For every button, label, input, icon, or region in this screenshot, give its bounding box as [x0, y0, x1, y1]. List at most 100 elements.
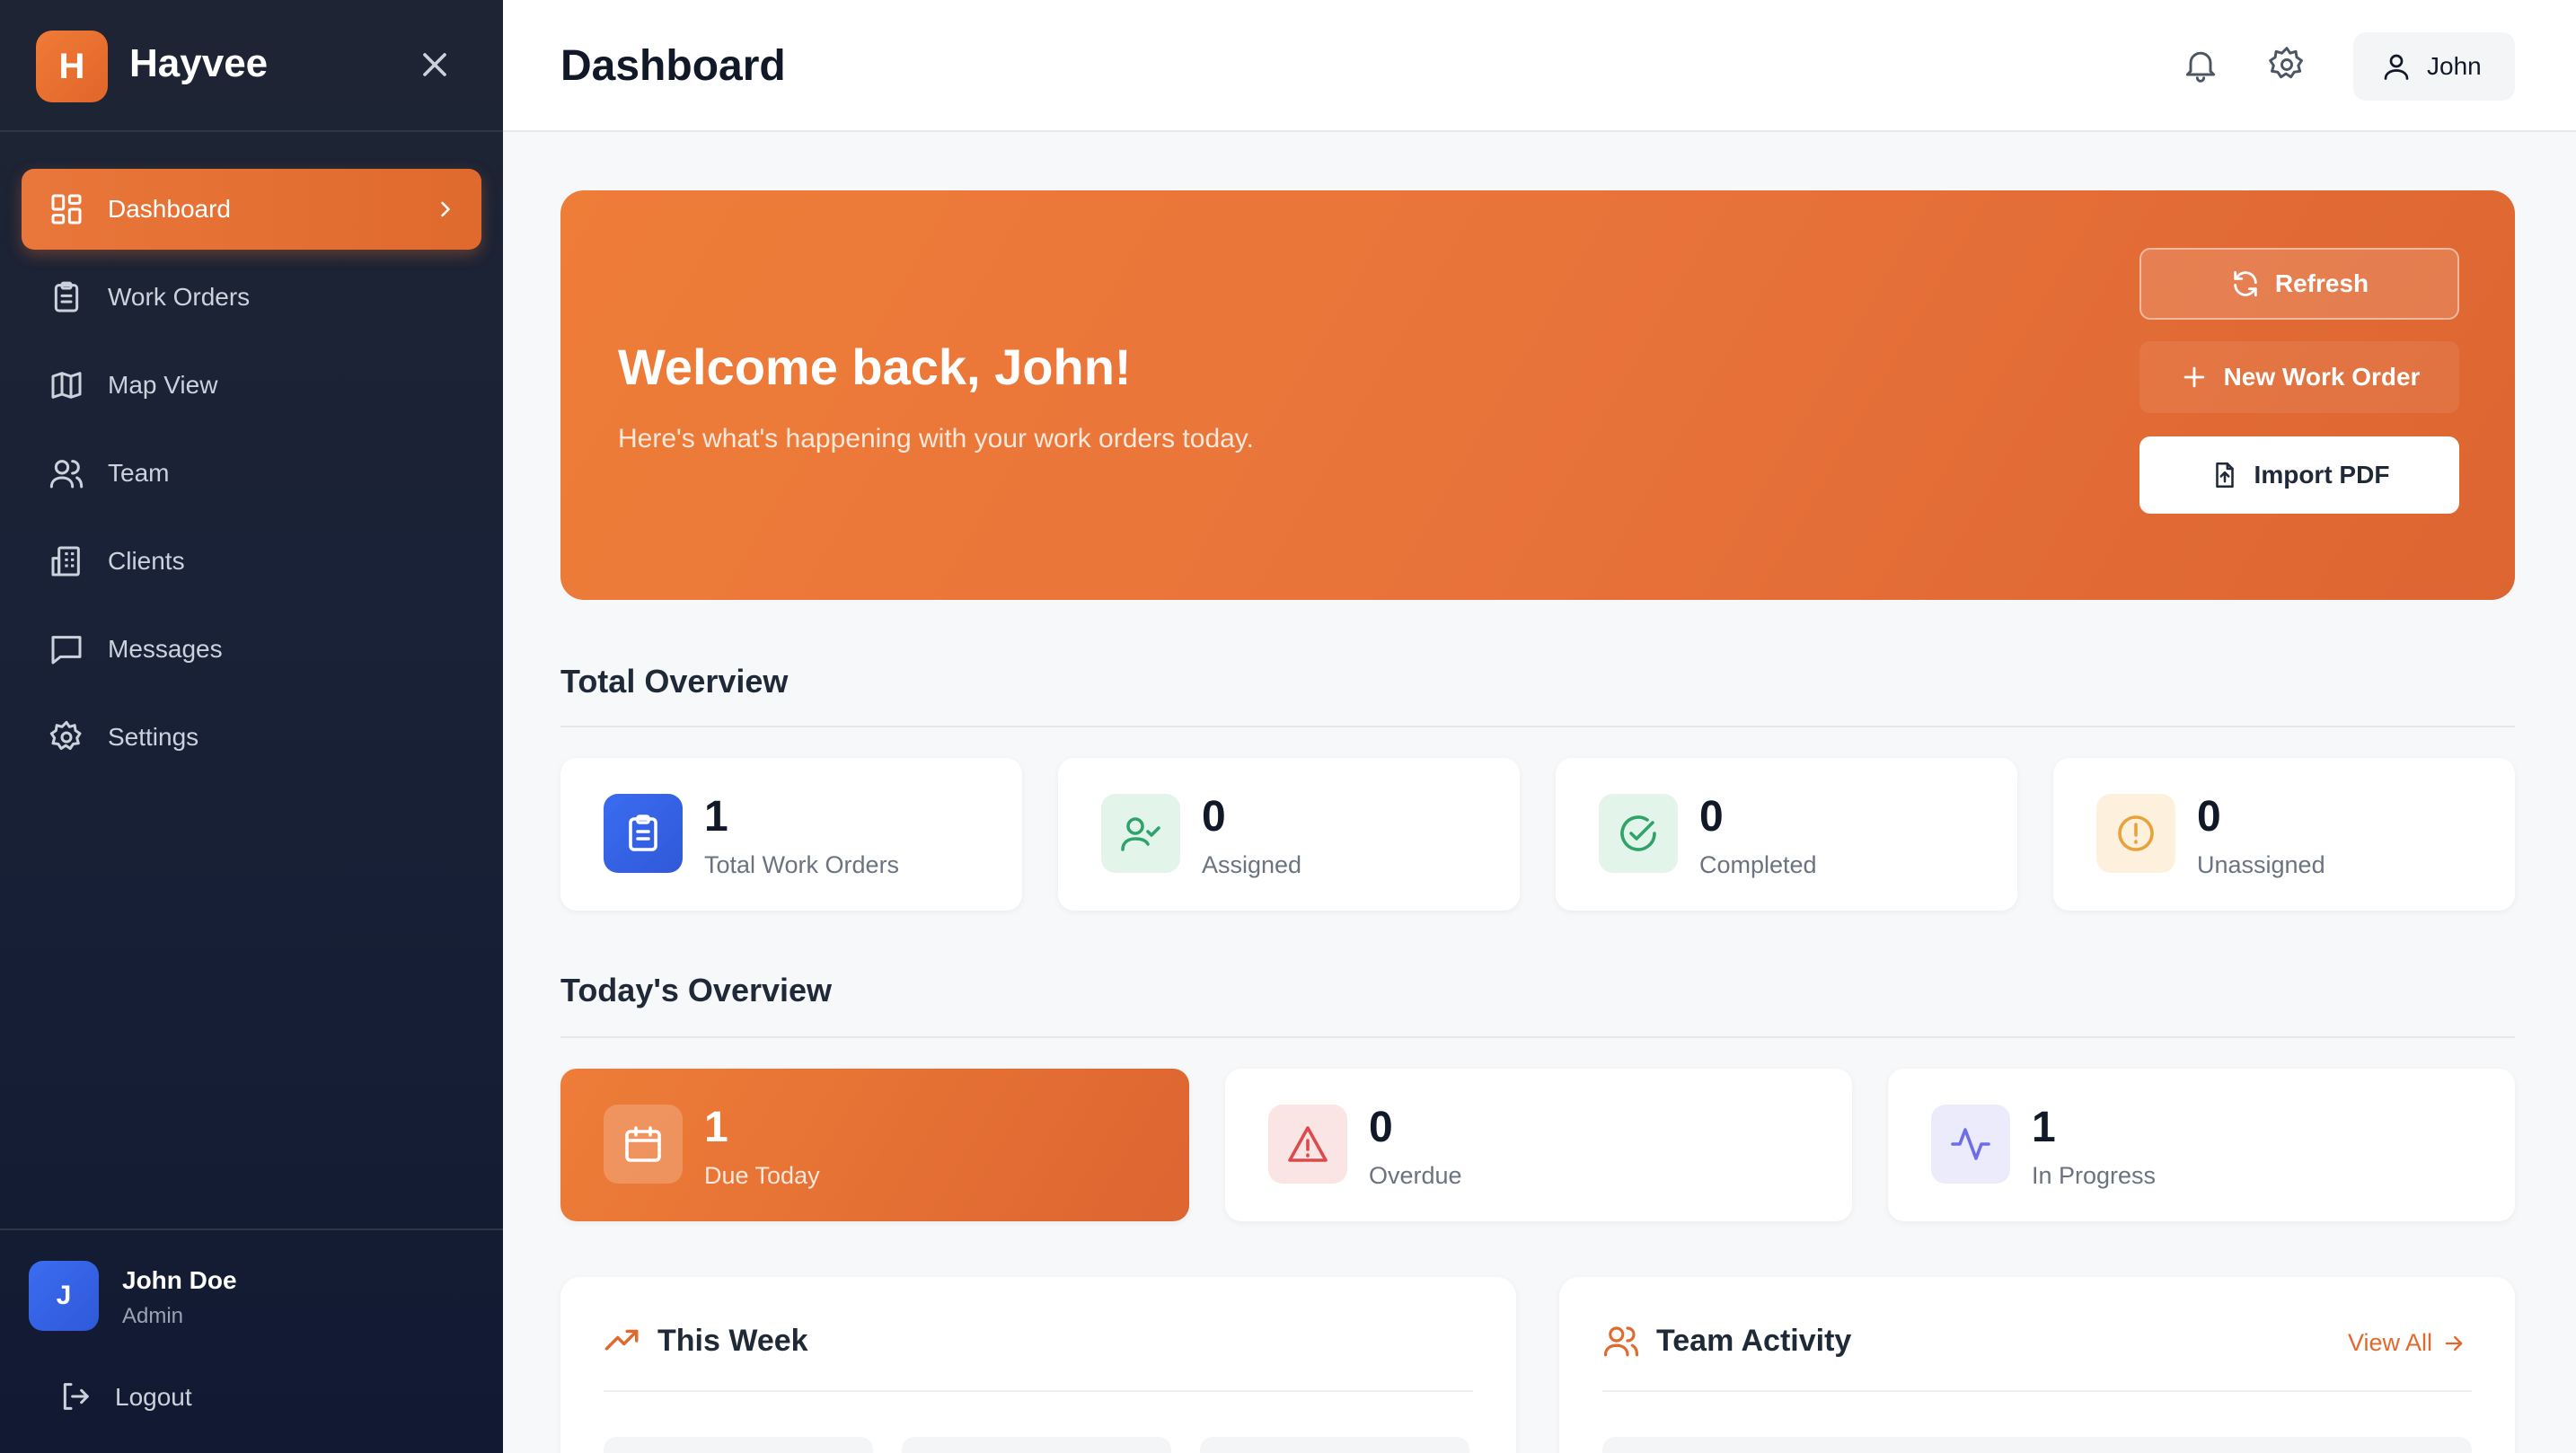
stat-icon-wrap — [604, 1105, 683, 1184]
stat-value: 0 — [1202, 793, 1226, 841]
stat-icon-wrap — [1599, 794, 1678, 873]
stat-value: 0 — [1369, 1104, 1393, 1151]
file-upload-icon — [2215, 462, 2234, 489]
stat-label: Unassigned — [2197, 851, 2325, 878]
view-all-link[interactable]: View All — [2348, 1329, 2466, 1357]
message-icon — [51, 636, 82, 665]
sidebar-item-settings[interactable]: Settings — [22, 697, 481, 778]
welcome-subtitle: Here's what's happening with your work o… — [618, 424, 1254, 454]
sidebar: H Hayvee Dashboard Work Orders Map View … — [0, 0, 503, 1453]
sidebar-item-map-view[interactable]: Map View — [22, 345, 481, 426]
divider — [560, 726, 2515, 727]
bell-icon — [2185, 51, 2216, 83]
stat-card-due-today[interactable]: 1 Due Today — [560, 1069, 1189, 1221]
close-sidebar-button[interactable] — [415, 45, 454, 84]
alert-circle-icon — [2118, 815, 2154, 851]
this-week-panel: This Week — [560, 1277, 1516, 1453]
alert-triangle-icon — [1288, 1126, 1328, 1162]
this-week-title: This Week — [657, 1324, 808, 1358]
trending-up-icon — [604, 1329, 639, 1351]
sidebar-item-team[interactable]: Team — [22, 433, 481, 514]
loading-placeholder — [1200, 1437, 1469, 1453]
stat-icon-wrap — [1101, 794, 1180, 873]
refresh-button[interactable]: Refresh — [2139, 248, 2459, 320]
user-menu-button[interactable]: John — [2353, 32, 2515, 101]
stat-label: Total Work Orders — [704, 851, 900, 878]
stat-icon-wrap — [1268, 1105, 1347, 1184]
user-check-icon — [1121, 817, 1160, 851]
stat-value: 1 — [2032, 1104, 2056, 1151]
stat-card-completed[interactable]: 0 Completed — [1556, 758, 2017, 911]
sidebar-item-work-orders[interactable]: Work Orders — [22, 257, 481, 338]
sidebar-item-label: Work Orders — [108, 283, 251, 311]
stat-card-assigned[interactable]: 0 Assigned — [1058, 758, 1520, 911]
stat-label: Due Today — [704, 1162, 820, 1189]
settings-button[interactable] — [2267, 45, 2307, 84]
stat-label: Overdue — [1369, 1162, 1462, 1189]
stat-label: In Progress — [2032, 1162, 2157, 1189]
sidebar-item-label: Clients — [108, 547, 185, 575]
arrow-right-icon — [2445, 1335, 2463, 1351]
welcome-banner: Welcome back, John! Here's what's happen… — [560, 190, 2515, 600]
refresh-label: Refresh — [2274, 269, 2369, 297]
map-icon — [51, 372, 82, 399]
user-menu-label: John — [2427, 52, 2482, 80]
view-all-label: View All — [2348, 1329, 2433, 1356]
stat-label: Completed — [1699, 851, 1817, 878]
loading-placeholder — [1602, 1437, 2472, 1453]
gear-icon — [2269, 47, 2303, 79]
stat-value: 1 — [704, 793, 728, 841]
stat-card-overdue[interactable]: 0 Overdue — [1225, 1069, 1852, 1221]
refresh-icon — [2234, 270, 2257, 297]
total-overview-title: Total Overview — [560, 663, 789, 700]
divider — [560, 1036, 2515, 1038]
users-icon — [49, 460, 84, 489]
team-activity-panel: Team Activity View All — [1559, 1277, 2515, 1453]
stat-icon-wrap — [2096, 794, 2175, 873]
page-title: Dashboard — [560, 42, 786, 90]
sidebar-item-label: Messages — [108, 635, 223, 663]
today-overview-title: Today's Overview — [560, 972, 833, 1008]
sidebar-item-dashboard[interactable]: Dashboard — [22, 169, 481, 250]
brand-logo: H — [36, 31, 108, 102]
user-icon — [2384, 54, 2409, 80]
import-pdf-label: Import PDF — [2254, 461, 2390, 489]
stat-label: Assigned — [1202, 851, 1302, 878]
brand-name: Hayvee — [129, 41, 269, 85]
stat-card-unassigned[interactable]: 0 Unassigned — [2053, 758, 2515, 911]
divider — [1602, 1390, 2472, 1392]
sidebar-footer: J John Doe Admin Logout — [0, 1228, 503, 1453]
logout-label: Logout — [115, 1383, 192, 1411]
sidebar-item-label: Team — [108, 459, 170, 487]
stat-card-in-progress[interactable]: 1 In Progress — [1888, 1069, 2515, 1221]
user-role: Admin — [122, 1304, 184, 1328]
gear-icon — [49, 720, 82, 750]
avatar: J — [29, 1261, 99, 1331]
new-work-order-label: New Work Order — [2223, 363, 2421, 391]
user-name: John Doe — [122, 1266, 237, 1294]
building-icon — [51, 546, 80, 577]
sidebar-item-clients[interactable]: Clients — [22, 521, 481, 602]
logout-button[interactable]: Logout — [36, 1365, 467, 1428]
stat-value: 0 — [2197, 793, 2221, 841]
sidebar-item-messages[interactable]: Messages — [22, 609, 481, 690]
users-icon — [1603, 1326, 1639, 1357]
stat-icon-wrap — [1931, 1105, 2010, 1184]
notifications-button[interactable] — [2181, 45, 2220, 84]
stat-value: 1 — [704, 1104, 728, 1151]
sidebar-item-label: Settings — [108, 723, 199, 751]
plus-icon — [2183, 366, 2204, 388]
import-pdf-button[interactable]: Import PDF — [2139, 436, 2459, 514]
close-icon — [423, 53, 446, 76]
stat-card-total-work-orders[interactable]: 1 Total Work Orders — [560, 758, 1022, 911]
clipboard-icon — [54, 281, 79, 313]
team-activity-title: Team Activity — [1656, 1324, 1852, 1358]
stat-value: 0 — [1699, 793, 1724, 841]
activity-icon — [1951, 1128, 1990, 1160]
chevron-right-icon — [441, 201, 450, 217]
top-header: Dashboard John — [503, 0, 2576, 132]
sidebar-item-label: Map View — [108, 371, 218, 399]
logout-icon — [63, 1383, 89, 1410]
new-work-order-button[interactable]: New Work Order — [2139, 341, 2459, 413]
check-circle-icon — [1620, 815, 1656, 851]
